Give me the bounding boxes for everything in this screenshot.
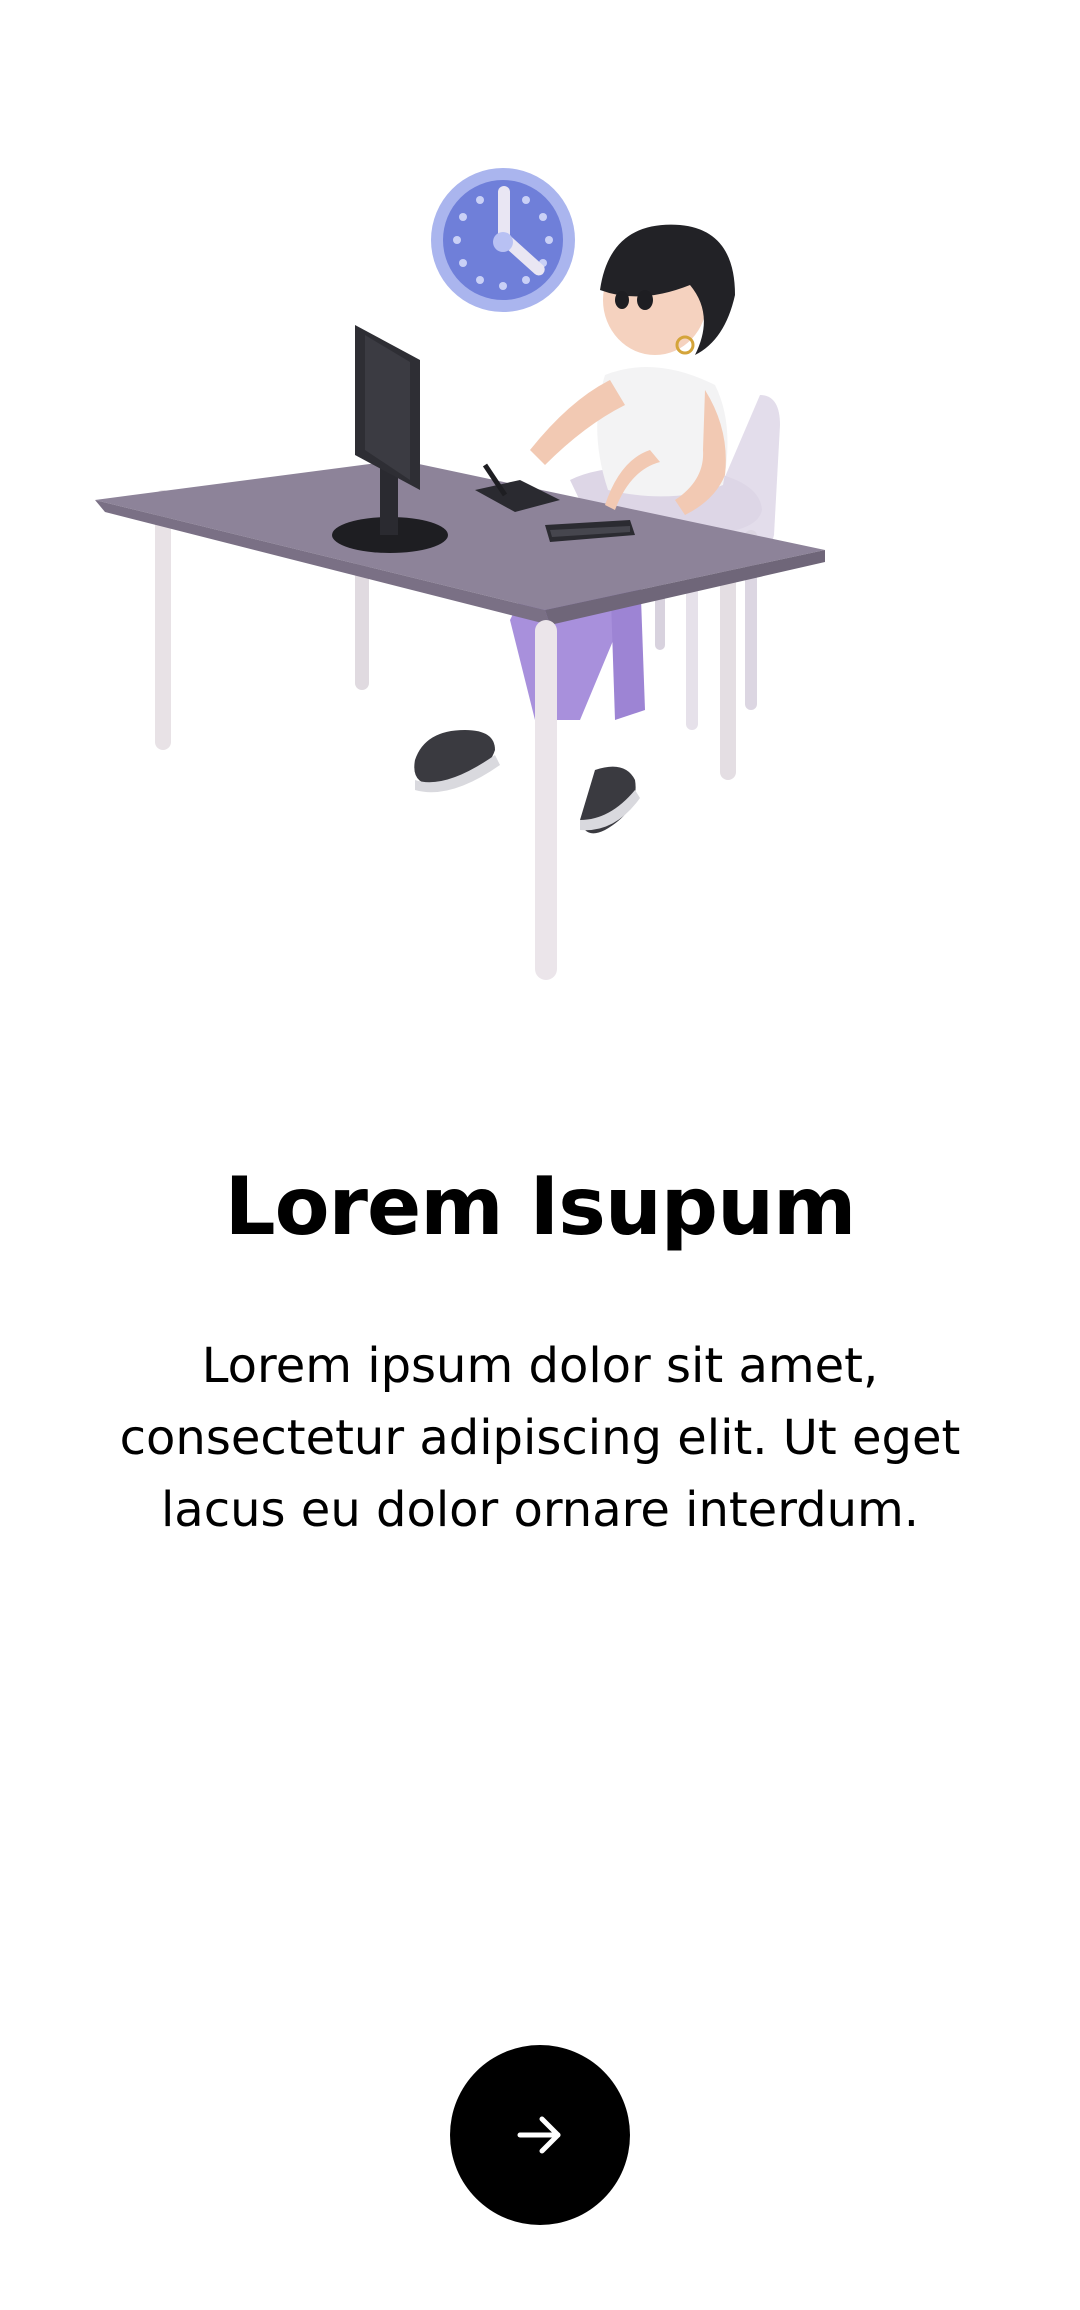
desk xyxy=(95,460,825,980)
clock-icon xyxy=(431,168,575,312)
next-button[interactable] xyxy=(450,2045,630,2225)
page-description: Lorem ipsum dolor sit amet, consectetur … xyxy=(119,1338,961,1538)
arrow-right-icon xyxy=(517,2116,561,2154)
hero-illustration xyxy=(90,150,870,1070)
page-title: Lorem Isupum xyxy=(224,1160,857,1253)
